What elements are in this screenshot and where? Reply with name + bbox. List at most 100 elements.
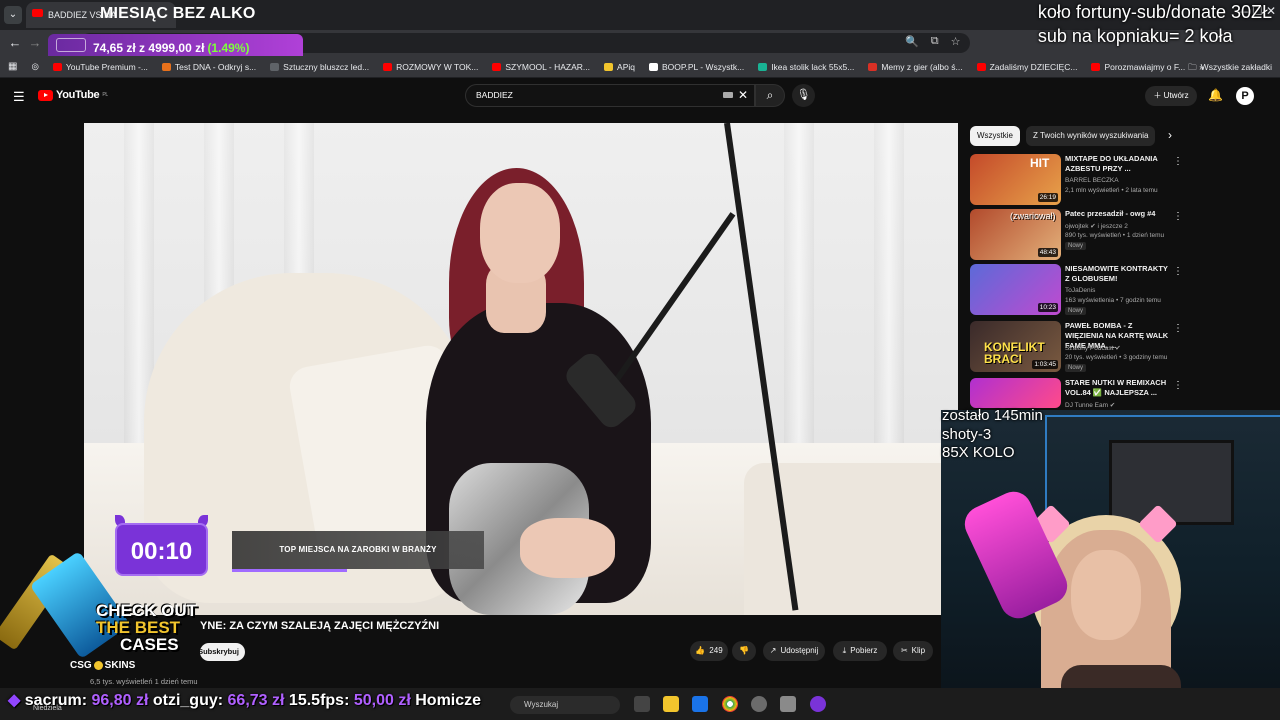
bookmark-item[interactable]: APiq bbox=[604, 62, 635, 72]
apps-icon[interactable]: ▦ bbox=[8, 61, 17, 72]
donation-ticker: ◆ sacrum: 96,80 zł otzi_guy: 66,73 zł 15… bbox=[8, 690, 481, 710]
chevron-right-icon[interactable]: › bbox=[1168, 128, 1172, 142]
tab-list-dropdown[interactable]: ⌄ bbox=[4, 6, 22, 24]
file-explorer-icon[interactable] bbox=[663, 696, 679, 712]
channel-name[interactable]: Szalony Podcast ✔ bbox=[1065, 344, 1121, 352]
recommendation-item[interactable]: KONFLIKT BRACI 1:03:45 PAWEŁ BOMBA - Z WI… bbox=[970, 321, 1183, 373]
video-thumbnail[interactable]: (zwariował) 48:43 bbox=[970, 209, 1061, 260]
bookmark-label: ROZMOWY W TOK... bbox=[396, 61, 479, 72]
more-options-icon[interactable]: ⋮ bbox=[1173, 323, 1183, 334]
video-player[interactable]: TOP MIEJSCA NA ZAROBKI W BRANŻY bbox=[84, 123, 958, 615]
menu-icon[interactable]: ☰ bbox=[13, 89, 25, 105]
more-options-icon[interactable]: ⋮ bbox=[1173, 266, 1183, 277]
bookmark-item[interactable]: Porozmawiajmy o F... bbox=[1091, 62, 1185, 72]
countdown-timer: 00:10 bbox=[115, 523, 208, 576]
donation-wallet-icon bbox=[56, 38, 86, 52]
donation-percent: (1.49%) bbox=[207, 41, 250, 55]
like-button[interactable]: 👍 249 bbox=[690, 641, 728, 661]
zoom-icon[interactable]: 🔍 bbox=[905, 35, 919, 48]
subscribe-button[interactable]: Subskrybuj bbox=[200, 643, 245, 661]
create-button[interactable]: ＋ Utwórz bbox=[1145, 86, 1197, 106]
video-thumbnail[interactable]: HIT 26:19 bbox=[970, 154, 1061, 205]
taskbar-search[interactable]: Wyszukaj bbox=[510, 696, 620, 714]
taskbar-day: Niedziela bbox=[33, 705, 62, 712]
bookmark-label: Memy z gier (albo ś... bbox=[881, 61, 963, 72]
recommendation-item[interactable]: 10:23 NIESAMOWITE KONTRAKTY Z GLOBUSEM! … bbox=[970, 264, 1183, 316]
search-button[interactable]: ⌕ bbox=[755, 84, 785, 107]
clear-search-icon[interactable]: ✕ bbox=[738, 88, 748, 102]
recommendation-title[interactable]: NIESAMOWITE KONTRAKTY Z GLOBUSEM! bbox=[1065, 264, 1173, 284]
bookmark-item[interactable]: Sztuczny bluszcz led... bbox=[270, 62, 369, 72]
globe-icon[interactable]: ◎ bbox=[31, 61, 38, 72]
ticker-donor: 15.5fps: bbox=[288, 692, 350, 709]
bookmark-item[interactable]: Memy z gier (albo ś... bbox=[868, 61, 963, 72]
video-meta: 2,1 mln wyświetleń • 2 lata temu bbox=[1065, 187, 1158, 194]
video-duration: 10:23 bbox=[1037, 303, 1058, 312]
dislike-button[interactable]: 👎 bbox=[732, 641, 756, 661]
youtube-logo[interactable]: YouTube PL bbox=[38, 89, 108, 101]
all-bookmarks-button[interactable]: 🗀 Wszystkie zakładki bbox=[1188, 56, 1272, 78]
ear-right bbox=[1138, 504, 1178, 544]
more-options-icon[interactable]: ⋮ bbox=[1173, 380, 1183, 391]
favicon-icon bbox=[492, 62, 502, 71]
bookmark-item[interactable]: BOOP.PL - Wszystk... bbox=[649, 62, 744, 72]
recommendation-item[interactable]: HIT 26:19 MIXTAPE DO UKŁADANIA AZBESTU PR… bbox=[970, 154, 1183, 206]
obs-icon[interactable] bbox=[810, 696, 826, 712]
install-icon[interactable]: ⧉ bbox=[931, 35, 939, 48]
download-label: Pobierz bbox=[850, 646, 878, 655]
back-icon[interactable]: ← bbox=[6, 34, 24, 52]
video-duration: 48:43 bbox=[1037, 248, 1058, 257]
bookmark-item[interactable]: Test DNA - Odkryj s... bbox=[161, 62, 256, 72]
app-icon[interactable] bbox=[751, 696, 767, 712]
recommendation-item[interactable]: (zwariował) 48:43 Patec przesadził - owg … bbox=[970, 209, 1183, 261]
wheel-rule-1: koło fortuny-sub/donate 30ZŁ bbox=[1037, 2, 1272, 22]
bookmark-item[interactable]: Ikea stolik lack 55x5... bbox=[758, 62, 854, 72]
bookmark-label: Porozmawiajmy o F... bbox=[1104, 61, 1186, 72]
avatar[interactable]: P bbox=[1236, 87, 1254, 105]
recommendation-title[interactable]: STARE NUTKI W REMIXACH VOL.84 ✅ NAJLEPSZ… bbox=[1065, 378, 1173, 398]
chip-from-search[interactable]: Z Twoich wyników wyszukiwania bbox=[1026, 126, 1156, 146]
store-icon[interactable] bbox=[692, 696, 708, 712]
bookmark-item[interactable]: ROZMOWY W TOK... bbox=[383, 62, 478, 72]
channel-name[interactable]: DJ Tunne Eam ✔ bbox=[1065, 401, 1115, 409]
channel-name[interactable]: ojwojtek ✔ i jeszcze 2 bbox=[1065, 222, 1128, 230]
share-button[interactable]: ↗ Udostępnij bbox=[763, 641, 825, 661]
clip-button[interactable]: ✂ Klip bbox=[893, 641, 933, 661]
chrome-icon[interactable] bbox=[722, 696, 738, 712]
keyboard-icon[interactable] bbox=[723, 92, 733, 98]
bookmark-item[interactable]: Zadaliśmy DZIECIĘC... bbox=[976, 61, 1078, 72]
bookmark-label: Zadaliśmy DZIECIĘC... bbox=[989, 61, 1078, 72]
chip-all[interactable]: Wszystkie bbox=[970, 126, 1020, 146]
task-view-icon[interactable] bbox=[634, 696, 650, 712]
channel-name[interactable]: ToJaDenis bbox=[1065, 287, 1095, 294]
voice-search-button[interactable]: 🎙 bbox=[792, 84, 815, 107]
recommendation-title[interactable]: MIXTAPE DO UKŁADANIA AZBESTU PRZY ... bbox=[1065, 154, 1173, 174]
more-options-icon[interactable]: ⋮ bbox=[1173, 156, 1183, 167]
video-thumbnail[interactable]: KONFLIKT BRACI 1:03:45 bbox=[970, 321, 1061, 372]
youtube-logo-text: YouTube bbox=[56, 89, 100, 101]
recommendation-item[interactable]: STARE NUTKI W REMIXACH VOL.84 ✅ NAJLEPSZ… bbox=[970, 378, 1183, 409]
favicon-icon bbox=[868, 62, 878, 71]
settings-icon[interactable] bbox=[780, 696, 796, 712]
share-label: Udostępnij bbox=[780, 646, 819, 655]
twitch-icon: ◆ bbox=[8, 692, 21, 709]
video-meta: 890 tys. wyświetleń • 1 dzień temu bbox=[1065, 232, 1165, 239]
notifications-bell-icon[interactable]: 🔔 bbox=[1208, 88, 1223, 102]
bookmark-item[interactable]: YouTube Premium -... bbox=[52, 62, 148, 72]
plus-icon: ＋ bbox=[1153, 91, 1162, 100]
ad-line-3: CASES bbox=[120, 635, 179, 654]
ticker-amount: 50,00 zł bbox=[353, 692, 411, 709]
search-input[interactable]: BADDIEZ bbox=[465, 84, 755, 107]
shots-count: shoty-3 bbox=[942, 425, 992, 443]
download-icon: ⤓ bbox=[842, 646, 847, 655]
bookmark-star-icon[interactable]: ☆ bbox=[951, 35, 961, 48]
channel-name[interactable]: BARREL BECZKA bbox=[1065, 177, 1119, 184]
recommendation-title[interactable]: Patec przesadził - owg #4 bbox=[1065, 209, 1173, 219]
bookmark-label: Ikea stolik lack 55x5... bbox=[771, 61, 855, 72]
forward-icon[interactable]: → bbox=[26, 34, 44, 52]
video-thumbnail[interactable] bbox=[970, 378, 1061, 408]
more-options-icon[interactable]: ⋮ bbox=[1173, 211, 1183, 222]
bookmark-item[interactable]: SZYMOOL - HAZAR... bbox=[492, 62, 590, 72]
video-thumbnail[interactable]: 10:23 bbox=[970, 264, 1061, 315]
download-button[interactable]: ⤓ Pobierz bbox=[833, 641, 887, 661]
